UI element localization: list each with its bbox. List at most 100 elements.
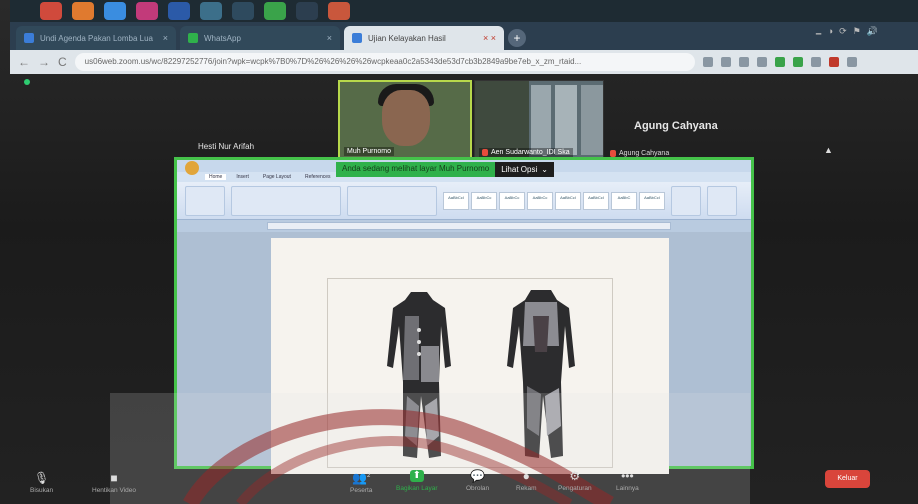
mute-label: Bisukan — [30, 487, 54, 494]
tab-zoom-meeting[interactable]: Ujian Kelayakan Hasil × × — [344, 26, 504, 50]
settings-label: Pengaturan — [558, 485, 592, 492]
record-label: Rekam — [516, 485, 537, 492]
chat-button[interactable]: 💬 Obrolan — [466, 470, 489, 492]
back-icon[interactable]: ← — [18, 55, 30, 69]
profile-icon[interactable] — [846, 57, 857, 67]
tab-agenda[interactable]: Undi Agenda Pakan Lomba Lua × — [16, 26, 176, 50]
office-button-icon[interactable] — [185, 161, 199, 175]
record-button[interactable]: ● Rekam — [516, 470, 537, 492]
participants-button[interactable]: 👥2 Peserta — [350, 470, 372, 494]
style-option[interactable]: AaBbCc — [471, 191, 497, 210]
extension-icon[interactable] — [738, 57, 749, 67]
ruler — [267, 222, 671, 230]
tray-icon[interactable]: ⚑ — [853, 26, 861, 42]
system-tray: 🗕 ◑ ⟳ ⚑ 🔊 — [815, 26, 878, 42]
tab-whatsapp[interactable]: WhatsApp × — [180, 26, 340, 50]
close-icon[interactable]: × × — [483, 33, 496, 43]
mute-button[interactable]: 🎙 Bisukan — [30, 472, 53, 494]
participant-video — [382, 90, 430, 146]
connection-indicator-icon — [24, 79, 30, 85]
tray-icon[interactable]: 🗕 — [815, 26, 821, 42]
participant-name: Aen Sudarwanto_IDI Ska — [491, 149, 570, 156]
chat-icon: 💬 — [470, 469, 486, 483]
tab-references[interactable]: References — [301, 174, 335, 180]
tab-home[interactable]: Home — [205, 174, 227, 180]
mic-muted-icon — [482, 149, 488, 156]
reload-icon[interactable]: C — [58, 55, 67, 69]
mic-muted-icon — [610, 150, 616, 157]
powerpoint-icon[interactable] — [328, 2, 350, 20]
more-button[interactable]: ••• Lainnya — [616, 470, 639, 492]
share-screen-label: Bagikan Layar — [396, 485, 438, 492]
app-icon[interactable] — [40, 2, 62, 20]
participant-tile[interactable]: Aen Sudarwanto_IDI Ska — [474, 80, 604, 160]
more-icon: ••• — [621, 469, 634, 483]
new-tab-button[interactable]: + — [508, 29, 526, 47]
garment-back-image — [507, 290, 575, 458]
screen-share-status-bar: Anda sedang melihat layar Muh Purnomo Li… — [336, 162, 554, 177]
extension-icon[interactable] — [720, 57, 731, 67]
exit-meeting-button[interactable]: Keluar — [825, 470, 870, 488]
tray-icon[interactable]: 🔊 — [867, 26, 878, 42]
share-status-text: Anda sedang melihat layar Muh Purnomo — [336, 162, 496, 177]
clipboard-group[interactable] — [185, 185, 225, 216]
meeting-toolbar: 🎙 Bisukan ■ Hentikan Video 👥2 Peserta ⬆ … — [10, 466, 910, 504]
participants-icon: 👥2 — [352, 471, 371, 485]
chevron-down-icon: ⌄ — [541, 165, 548, 174]
style-option[interactable]: AaBbCcI — [555, 191, 581, 210]
tab-label: Ujian Kelayakan Hasil — [368, 33, 446, 43]
microphone-icon: 🎙 — [33, 471, 50, 485]
participant-tile-speaker[interactable]: Muh Purnomo — [338, 80, 472, 160]
app-icon[interactable] — [296, 2, 318, 20]
participant-count-badge: 2 — [367, 473, 371, 479]
extension-icon[interactable] — [774, 57, 785, 67]
chrome-icon[interactable] — [104, 2, 126, 20]
participant-video — [555, 85, 577, 155]
font-group[interactable] — [231, 185, 341, 216]
style-option[interactable]: AaBbCcI — [583, 191, 609, 210]
style-option[interactable]: AaBbCc — [499, 191, 525, 210]
tray-icon[interactable]: ⟳ — [839, 26, 847, 42]
editing-group[interactable] — [707, 185, 737, 216]
close-icon[interactable]: × — [327, 33, 332, 43]
extension-icon[interactable] — [792, 57, 803, 67]
app-icon[interactable] — [264, 2, 286, 20]
style-option[interactable]: AaBbC — [611, 191, 637, 210]
tab-label: WhatsApp — [204, 33, 241, 43]
extension-icon[interactable] — [810, 57, 821, 67]
share-screen-button[interactable]: ⬆ Bagikan Layar — [396, 470, 438, 492]
style-option[interactable]: AaBbCcI — [639, 191, 665, 210]
change-styles-button[interactable] — [671, 185, 701, 216]
document-area[interactable] — [177, 232, 751, 474]
participant-video — [581, 85, 603, 155]
word-ribbon: AaBbCcI AaBbCc AaBbCc AaBbCc AaBbCcI AaB… — [177, 182, 751, 220]
app-icon[interactable] — [200, 2, 222, 20]
tab-insert[interactable]: Insert — [232, 174, 253, 180]
tray-icon[interactable]: ◑ — [828, 26, 833, 42]
star-icon[interactable] — [756, 57, 767, 67]
shared-screen[interactable]: Home Insert Page Layout References AaBbC… — [174, 157, 754, 474]
url-field[interactable]: us06web.zoom.us/wc/82297252776/join?wpk=… — [74, 53, 695, 71]
media-icon[interactable] — [136, 2, 158, 20]
participant-name-floating: Hesti Nur Arifah — [198, 142, 255, 151]
stop-video-button[interactable]: ■ Hentikan Video — [92, 472, 136, 494]
participant-name-tag: Muh Purnomo — [344, 147, 394, 156]
participant-name-tag: Aen Sudarwanto_IDI Ska — [479, 148, 573, 157]
style-option[interactable]: AaBbCcI — [443, 191, 469, 210]
extension-icon[interactable] — [828, 57, 839, 67]
style-option[interactable]: AaBbCc — [527, 191, 553, 210]
styles-gallery: AaBbCcI AaBbCc AaBbCc AaBbCc AaBbCcI AaB… — [443, 191, 665, 210]
word-icon[interactable] — [168, 2, 190, 20]
app-icon[interactable] — [232, 2, 254, 20]
extension-icon[interactable] — [702, 57, 713, 67]
forward-icon[interactable]: → — [38, 55, 50, 69]
view-options-button[interactable]: Lihat Opsi ⌄ — [495, 162, 554, 177]
browser-tab-bar: Undi Agenda Pakan Lomba Lua × WhatsApp ×… — [10, 22, 918, 50]
app-icon[interactable] — [72, 2, 94, 20]
settings-button[interactable]: ⚙ Pengaturan — [558, 470, 592, 492]
participants-label: Peserta — [350, 487, 373, 494]
tab-page-layout[interactable]: Page Layout — [259, 174, 295, 180]
close-icon[interactable]: × — [163, 33, 168, 43]
paragraph-group[interactable] — [347, 185, 437, 216]
gear-icon: ⚙ — [569, 469, 581, 483]
